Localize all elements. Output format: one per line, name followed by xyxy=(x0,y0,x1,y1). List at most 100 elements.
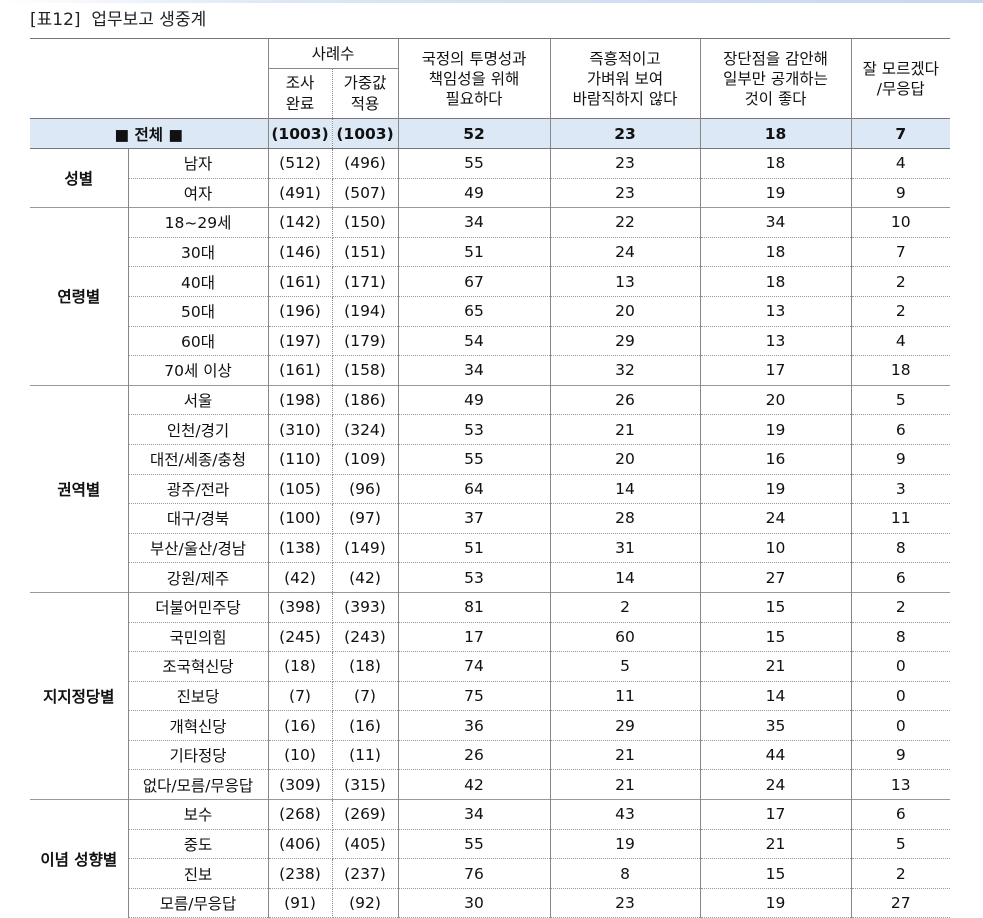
row-col-d: 0 xyxy=(850,651,950,682)
row-completed: (110) xyxy=(268,444,333,475)
row-completed: (10) xyxy=(268,740,333,771)
row-col-b: 23 xyxy=(549,888,700,918)
row-label: 40대 xyxy=(128,266,269,297)
row-col-b: 29 xyxy=(549,710,700,741)
row-col-a: 54 xyxy=(397,326,550,357)
row-col-a: 55 xyxy=(397,829,550,860)
row-col-d: 8 xyxy=(850,622,950,653)
total-weighted: (1003) xyxy=(332,118,399,149)
row-label: 18~29세 xyxy=(128,207,269,238)
row-completed: (406) xyxy=(268,829,333,860)
row-completed: (197) xyxy=(268,326,333,357)
row-label: 국민의힘 xyxy=(128,622,269,653)
row-col-b: 19 xyxy=(549,829,700,860)
row-col-d: 6 xyxy=(850,562,950,593)
row-weighted: (42) xyxy=(332,562,399,593)
row-label: 대구/경북 xyxy=(128,503,269,534)
row-col-d: 9 xyxy=(850,444,950,475)
table-row: 국민의힘 (245) (243) 17 60 15 8 xyxy=(30,622,950,653)
row-weighted: (16) xyxy=(332,710,399,741)
table-row: 진보 (238) (237) 76 8 15 2 xyxy=(30,858,950,889)
row-completed: (16) xyxy=(268,710,333,741)
row-col-d: 7 xyxy=(850,237,950,268)
table-row: 광주/전라 (105) (96) 64 14 19 3 xyxy=(30,474,950,505)
table-row: 50대 (196) (194) 65 20 13 2 xyxy=(30,296,950,327)
row-weighted: (237) xyxy=(332,858,399,889)
total-row: ■ 전체 ■ (1003) (1003) 52 23 18 7 xyxy=(30,118,950,149)
row-col-a: 36 xyxy=(397,710,550,741)
row-col-a: 76 xyxy=(397,858,550,889)
row-col-d: 10 xyxy=(850,207,950,238)
row-col-c: 14 xyxy=(699,681,851,712)
row-label: 70세 이상 xyxy=(128,355,269,386)
row-label: 서울 xyxy=(128,384,269,416)
row-weighted: (18) xyxy=(332,651,399,682)
table-row: 인천/경기 (310) (324) 53 21 19 6 xyxy=(30,414,950,445)
row-col-a: 49 xyxy=(397,178,550,209)
top-rule xyxy=(0,0,983,3)
row-col-a: 65 xyxy=(397,296,550,327)
row-weighted: (171) xyxy=(332,266,399,297)
row-col-b: 23 xyxy=(549,148,700,179)
table-row: 지지정당별 더불어민주당 (398) (393) 81 2 15 2 xyxy=(30,591,950,800)
row-completed: (142) xyxy=(268,207,333,238)
row-completed: (161) xyxy=(268,355,333,386)
table-row: 권역별 서울 (198) (186) 49 26 20 5 xyxy=(30,384,950,593)
row-col-d: 9 xyxy=(850,740,950,771)
header-col-b: 즉흥적이고 가벼워 보여 바람직하지 않다 xyxy=(549,38,700,119)
row-col-d: 6 xyxy=(850,414,950,445)
row-label: 없다/모름/무응답 xyxy=(128,769,269,801)
table-row: 없다/모름/무응답 (309) (315) 42 21 24 13 xyxy=(30,769,950,801)
header-cases: 사례수 xyxy=(267,38,398,69)
row-col-c: 24 xyxy=(699,503,851,534)
row-col-d: 6 xyxy=(850,799,950,830)
row-col-b: 32 xyxy=(549,355,700,386)
row-col-c: 34 xyxy=(699,207,851,238)
row-col-c: 15 xyxy=(699,858,851,889)
table-row: 부산/울산/경남 (138) (149) 51 31 10 8 xyxy=(30,533,950,564)
row-weighted: (109) xyxy=(332,444,399,475)
total-col-a: 52 xyxy=(397,118,550,149)
row-col-b: 60 xyxy=(549,622,700,653)
row-weighted: (179) xyxy=(332,326,399,357)
row-col-a: 51 xyxy=(397,237,550,268)
table-row: 조국혁신당 (18) (18) 74 5 21 0 xyxy=(30,651,950,682)
row-col-c: 13 xyxy=(699,326,851,357)
row-col-c: 20 xyxy=(699,384,851,416)
row-col-b: 14 xyxy=(549,562,700,593)
total-col-c: 18 xyxy=(699,118,851,149)
row-col-b: 29 xyxy=(549,326,700,357)
table-row: 개혁신당 (16) (16) 36 29 35 0 xyxy=(30,710,950,741)
row-completed: (398) xyxy=(268,591,333,623)
row-col-c: 19 xyxy=(699,414,851,445)
row-label: 기타정당 xyxy=(128,740,269,771)
row-col-d: 3 xyxy=(850,474,950,505)
row-col-d: 8 xyxy=(850,533,950,564)
row-weighted: (194) xyxy=(332,296,399,327)
row-col-c: 10 xyxy=(699,533,851,564)
row-col-a: 49 xyxy=(397,384,550,416)
row-col-a: 37 xyxy=(397,503,550,534)
row-col-a: 55 xyxy=(397,148,550,179)
row-label: 중도 xyxy=(128,829,269,860)
row-col-c: 21 xyxy=(699,829,851,860)
row-col-b: 21 xyxy=(549,740,700,771)
row-weighted: (151) xyxy=(332,237,399,268)
row-col-c: 27 xyxy=(699,562,851,593)
group-label: 권역별 xyxy=(30,384,129,593)
row-col-d: 2 xyxy=(850,266,950,297)
row-label: 여자 xyxy=(128,178,269,209)
row-label: 50대 xyxy=(128,296,269,327)
row-col-b: 26 xyxy=(549,384,700,416)
table-row: 모름/무응답 (91) (92) 30 23 19 27 xyxy=(30,888,950,918)
row-col-c: 21 xyxy=(699,651,851,682)
row-weighted: (269) xyxy=(332,799,399,830)
row-weighted: (324) xyxy=(332,414,399,445)
row-col-a: 75 xyxy=(397,681,550,712)
group-label: 이념 성향별 xyxy=(30,799,129,918)
row-col-c: 18 xyxy=(699,266,851,297)
row-completed: (91) xyxy=(268,888,333,918)
row-weighted: (158) xyxy=(332,355,399,386)
row-weighted: (97) xyxy=(332,503,399,534)
row-weighted: (405) xyxy=(332,829,399,860)
